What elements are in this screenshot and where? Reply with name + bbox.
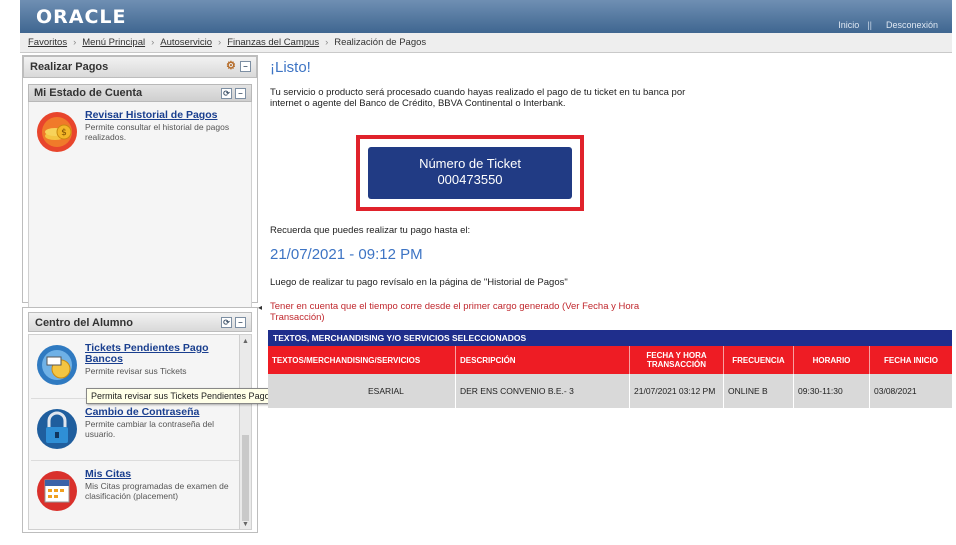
minimize-icon[interactable]: –: [235, 88, 246, 99]
history-note: Luego de realizar tu pago revísalo en la…: [270, 277, 568, 288]
breadcrumb-realizacion: Realización de Pagos: [334, 37, 427, 48]
svg-text:$: $: [61, 128, 67, 138]
scrollbar[interactable]: ▲ ▼: [239, 335, 251, 529]
breadcrumb-autoservicio[interactable]: Autoservicio: [160, 37, 212, 48]
warning-text: Tener en cuenta que el tiempo corre desd…: [270, 301, 640, 323]
realizar-pagos-pagelet: Realizar Pagos ⚙ – Mi Estado de Cuenta ⟳…: [22, 55, 258, 318]
breadcrumb-favoritos[interactable]: Favoritos: [28, 37, 67, 48]
left-column: Realizar Pagos ⚙ – Mi Estado de Cuenta ⟳…: [22, 55, 258, 533]
intro-text: Tu servicio o producto será procesado cu…: [270, 87, 686, 109]
breadcrumb-menu-principal[interactable]: Menú Principal: [82, 37, 145, 48]
collapse-icon[interactable]: –: [240, 61, 251, 72]
table-row: ESARIAL DER ENS CONVENIO B.E.- 3 21/07/2…: [268, 374, 952, 408]
deadline-label: Recuerda que puedes realizar tu pago has…: [270, 225, 471, 236]
pagelet-header: Realizar Pagos ⚙ –: [23, 56, 257, 78]
column-header: DESCRIPCIÓN: [456, 346, 630, 374]
estado-cuenta-body: $ Revisar Historial de Pagos Permite con…: [28, 102, 252, 318]
ticket-label: Número de Ticket: [419, 156, 521, 171]
column-header: FECHA Y HORA TRANSACCIÓN: [630, 346, 724, 374]
item-description: Permite revisar sus Tickets: [85, 366, 187, 376]
scroll-down-icon[interactable]: ▼: [241, 520, 250, 529]
calendar-icon: [37, 471, 77, 511]
main-content: ¡Listo! Tu servicio o producto será proc…: [268, 55, 952, 533]
ticket-highlight: Número de Ticket 000473550: [356, 135, 584, 211]
app-header: ORACLE Inicio || Desconexión: [20, 0, 952, 33]
centro-alumno-header: Centro del Alumno ⟳ –: [28, 312, 252, 332]
item-description: Permite cambiar la contraseña del usuari…: [85, 419, 214, 439]
padlock-icon: [37, 409, 77, 449]
page-title: ¡Listo!: [270, 59, 311, 76]
refresh-icon[interactable]: ⟳: [221, 88, 232, 99]
revisar-historial-link[interactable]: Revisar Historial de Pagos: [85, 110, 245, 121]
column-header: HORARIO: [794, 346, 870, 374]
ticket-number: 000473550: [437, 172, 503, 187]
ticket-coins-icon: [37, 345, 77, 385]
table-cell: 09:30-11:30: [794, 374, 870, 408]
list-item[interactable]: Mis Citas Mis Citas programadas de exame…: [31, 465, 239, 523]
tickets-pendientes-link[interactable]: Tickets Pendientes Pago Bancos: [85, 343, 235, 365]
item-description: Permite consultar el historial de pagos …: [85, 122, 230, 142]
scroll-thumb[interactable]: [242, 435, 249, 521]
centro-alumno-title: Centro del Alumno: [35, 317, 133, 329]
breadcrumb-finanzas[interactable]: Finanzas del Campus: [227, 37, 319, 48]
table-cell: 21/07/2021 03:12 PM: [630, 374, 724, 408]
column-header: TEXTOS/MERCHANDISING/SERVICIOS: [268, 346, 456, 374]
ticket-number-button[interactable]: Número de Ticket 000473550: [368, 147, 572, 199]
table-header: TEXTOS/MERCHANDISING/SERVICIOS DESCRIPCI…: [268, 346, 952, 374]
pagelet-title: Realizar Pagos: [30, 61, 109, 73]
column-header: FECHA INICIO: [884, 355, 938, 365]
list-item[interactable]: Cambio de Contraseña Permite cambiar la …: [31, 403, 239, 461]
table-cell: ONLINE B: [724, 374, 794, 408]
coins-icon: $: [37, 112, 77, 152]
estado-cuenta-header: Mi Estado de Cuenta ⟳ –: [28, 84, 252, 102]
deadline-value: 21/07/2021 - 09:12 PM: [270, 246, 423, 263]
refresh-icon[interactable]: ⟳: [221, 317, 232, 328]
home-link[interactable]: Inicio: [838, 20, 859, 30]
scroll-up-icon[interactable]: ▲: [241, 337, 250, 346]
table-title: TEXTOS, MERCHANDISING Y/O SERVICIOS SELE…: [268, 330, 952, 346]
settings-icon[interactable]: ⚙: [226, 61, 237, 72]
minimize-icon[interactable]: –: [235, 317, 246, 328]
item-description: Mis Citas programadas de examen de clasi…: [85, 481, 229, 501]
table-cell: DER ENS CONVENIO B.E.- 3: [456, 374, 630, 408]
column-header: FRECUENCIA: [724, 346, 794, 374]
separator: ||: [867, 20, 872, 30]
estado-cuenta-title: Mi Estado de Cuenta: [34, 87, 143, 99]
cambio-contrasena-link[interactable]: Cambio de Contraseña: [85, 407, 235, 418]
breadcrumb: Favoritos › Menú Principal › Autoservicio › Fi…: [20, 33, 952, 53]
panel-splitter-icon[interactable]: ◂: [258, 303, 262, 312]
logout-link[interactable]: Desconexión: [886, 20, 938, 30]
centro-alumno-pagelet: Centro del Alumno ⟳ – Tickets Pendientes…: [22, 307, 258, 533]
table-cell: 03/08/2021: [874, 386, 917, 396]
mis-citas-link[interactable]: Mis Citas: [85, 469, 235, 480]
header-links: Inicio || Desconexión: [832, 20, 938, 30]
oracle-logo: ORACLE: [36, 6, 127, 28]
centro-alumno-body: Tickets Pendientes Pago Bancos Permite r…: [28, 334, 252, 530]
table-cell: ESARIAL: [268, 374, 456, 408]
